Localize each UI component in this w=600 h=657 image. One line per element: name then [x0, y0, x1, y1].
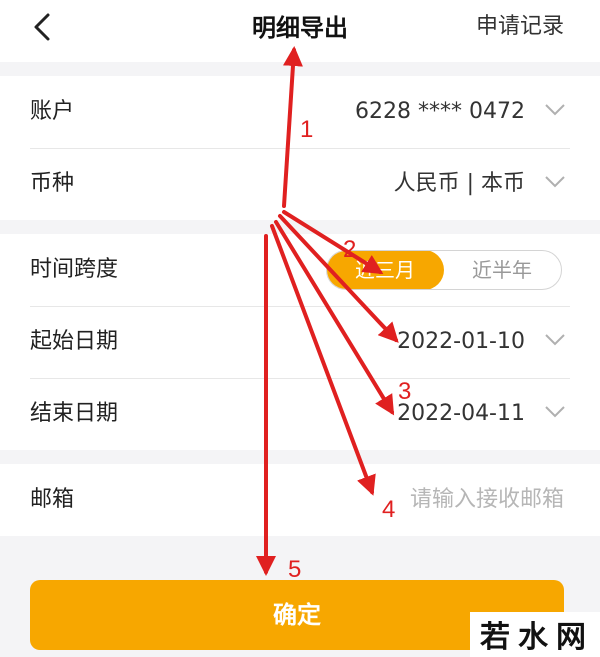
- annotation-arrow-5: [270, 224, 376, 496]
- annotation-number-3: 3: [398, 378, 412, 405]
- annotation-number-2: 2: [343, 236, 357, 263]
- annotation-arrow-2: [282, 210, 384, 275]
- annotation-arrow-1: [282, 46, 303, 208]
- annotation-number-4: 4: [382, 496, 396, 523]
- watermark: 若水网: [470, 612, 600, 657]
- annotation-number-1: 1: [300, 116, 314, 143]
- watermark-text: 若水网: [480, 620, 594, 655]
- annotation-number-5: 5: [288, 556, 302, 583]
